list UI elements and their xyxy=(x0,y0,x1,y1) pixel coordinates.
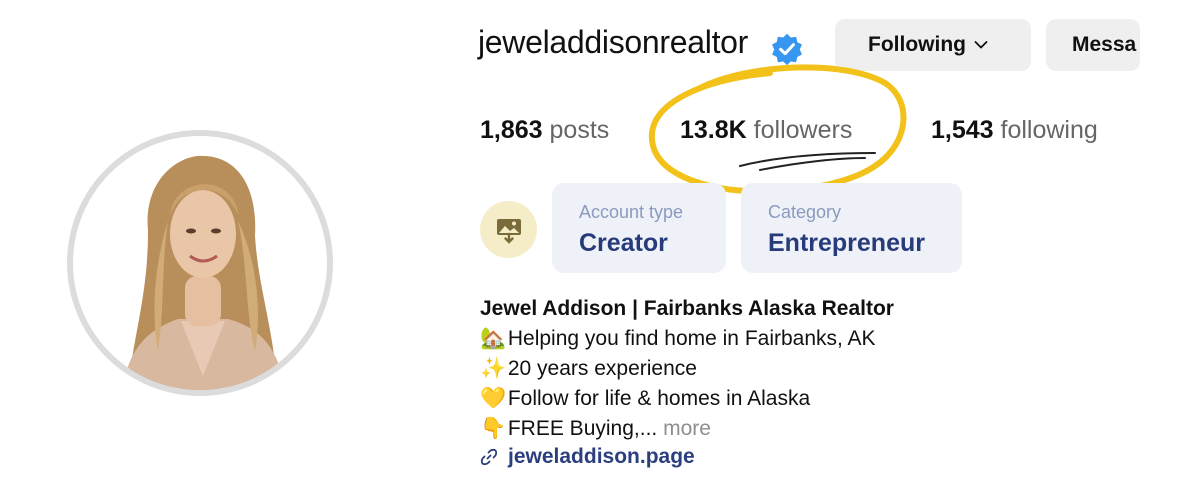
bio-line: 🏡 Helping you find home in Fairbanks, AK xyxy=(480,324,894,354)
pointing-down-emoji-icon: 👇 xyxy=(480,417,507,440)
bio-external-link[interactable]: jeweladdison.page xyxy=(480,442,695,472)
message-button[interactable]: Messa xyxy=(1046,19,1140,71)
bio-line-text: FREE Buying,... xyxy=(507,417,658,440)
following-button-label: Following xyxy=(868,33,966,56)
bio-name: Jewel Addison | Fairbanks Alaska Realtor xyxy=(480,297,894,320)
sparkles-emoji-icon: ✨ xyxy=(480,357,507,380)
category-title: Category xyxy=(768,202,842,222)
bio-more-link[interactable]: more xyxy=(663,417,711,440)
message-button-label: Messa xyxy=(1072,33,1137,56)
account-type-card[interactable]: Account type Creator xyxy=(552,183,726,273)
bio-link-text: jeweladdison.page xyxy=(508,445,695,468)
profile-photo xyxy=(123,155,285,390)
bio-line: ✨ 20 years experience xyxy=(480,354,894,384)
followers-label: followers xyxy=(753,116,853,144)
avatar[interactable] xyxy=(73,136,327,390)
bio-line-text: 20 years experience xyxy=(507,357,697,380)
account-type-value: Creator xyxy=(579,229,668,257)
profile-username: jeweladdisonrealtor xyxy=(478,24,749,60)
posts-count: 1,863 xyxy=(480,116,543,144)
followers-stat[interactable]: 13.8K followers xyxy=(680,116,852,145)
profile-bio: Jewel Addison | Fairbanks Alaska Realtor… xyxy=(480,294,894,444)
link-icon xyxy=(480,448,498,466)
image-download-icon xyxy=(496,218,521,244)
bio-line: 👇 FREE Buying,... more xyxy=(480,414,894,444)
followers-count: 13.8K xyxy=(680,116,747,144)
yellow-heart-emoji-icon: 💛 xyxy=(480,387,507,410)
posts-label: posts xyxy=(549,116,610,144)
following-button[interactable]: Following xyxy=(835,19,1031,71)
bio-line-text: Follow for life & homes in Alaska xyxy=(507,387,811,410)
posts-stat: 1,863 posts xyxy=(480,116,609,145)
house-emoji-icon: 🏡 xyxy=(480,327,507,350)
category-value: Entrepreneur xyxy=(768,229,925,257)
chevron-down-icon xyxy=(974,41,988,49)
following-label: following xyxy=(1000,116,1098,144)
bio-line: 💛 Follow for life & homes in Alaska xyxy=(480,384,894,414)
professional-dashboard-icon[interactable] xyxy=(480,201,537,258)
verified-badge-icon xyxy=(772,33,802,66)
category-card[interactable]: Category Entrepreneur xyxy=(741,183,962,273)
bio-line-text: Helping you find home in Fairbanks, AK xyxy=(507,327,876,350)
profile-avatar-ring[interactable] xyxy=(67,130,333,396)
following-count: 1,543 xyxy=(931,116,994,144)
account-type-title: Account type xyxy=(579,202,684,222)
following-stat[interactable]: 1,543 following xyxy=(931,116,1098,145)
